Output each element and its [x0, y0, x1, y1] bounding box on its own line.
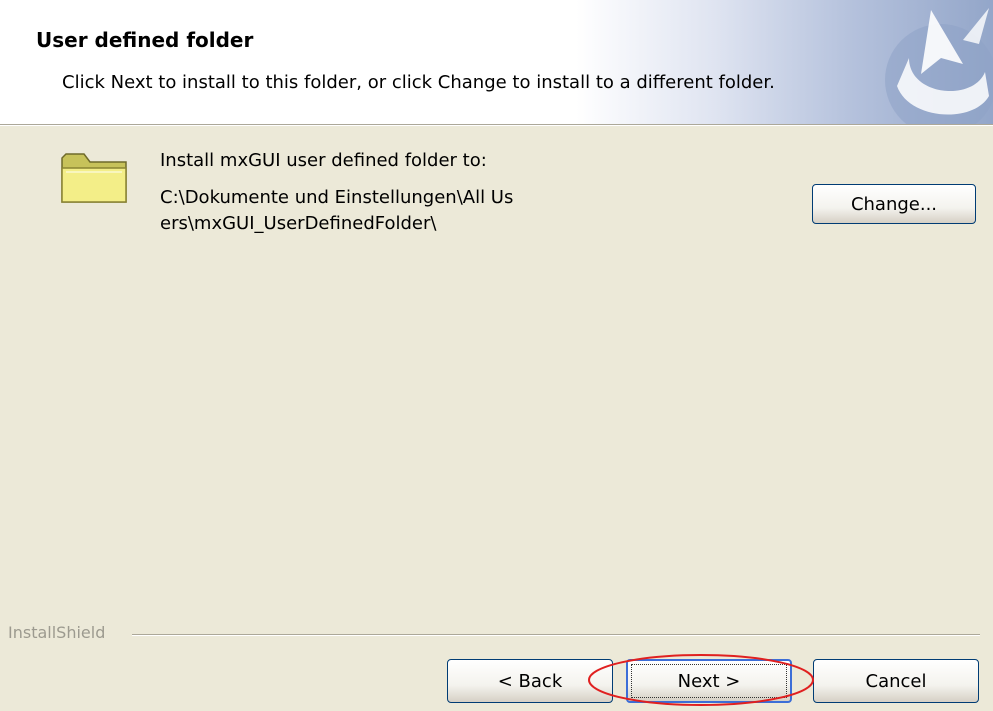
- installshield-logo-icon: [885, 8, 993, 124]
- install-dialog: User defined folder Click Next to instal…: [0, 0, 993, 711]
- next-button[interactable]: Next >: [626, 659, 792, 703]
- install-folder-label: Install mxGUI user defined folder to:: [160, 150, 487, 171]
- folder-icon: [61, 153, 127, 203]
- installshield-brand: InstallShield: [8, 623, 112, 642]
- header-separator: [0, 124, 993, 126]
- focus-rectangle: [631, 664, 787, 698]
- dialog-header: User defined folder Click Next to instal…: [0, 0, 993, 126]
- cancel-button[interactable]: Cancel: [813, 659, 979, 703]
- footer-separator: [132, 634, 980, 636]
- change-button[interactable]: Change...: [812, 184, 976, 224]
- page-description: Click Next to install to this folder, or…: [62, 72, 775, 93]
- install-folder-path: C:\Dokumente und Einstellungen\All Users…: [160, 187, 514, 234]
- page-title: User defined folder: [36, 28, 254, 52]
- back-button[interactable]: < Back: [447, 659, 613, 703]
